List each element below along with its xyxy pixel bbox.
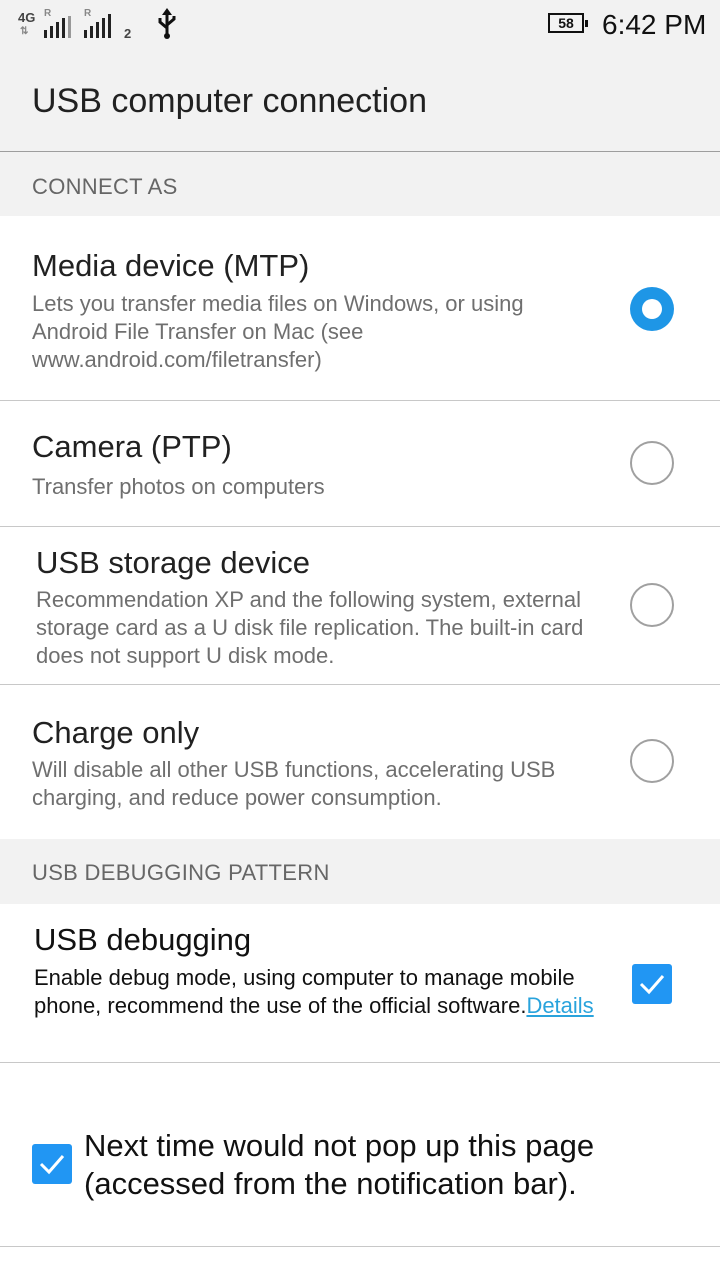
option-title: Camera (PTP): [32, 429, 232, 464]
option-title: Charge only: [32, 715, 200, 750]
option-description: Recommendation XP and the following syst…: [36, 587, 584, 668]
option-description: Enable debug mode, using computer to man…: [34, 964, 594, 1020]
data-arrows-icon: ⇅: [20, 26, 29, 37]
checkbox-checked-icon[interactable]: [632, 964, 672, 1004]
dont-show-again-row[interactable]: Next time would not pop up this page (ac…: [0, 1063, 720, 1247]
radio-unselected-icon[interactable]: [630, 583, 674, 627]
option-description: Lets you transfer media files on Windows…: [32, 291, 524, 372]
page-title: USB computer connection: [32, 82, 427, 120]
checkbox-checked-icon[interactable]: [32, 1144, 72, 1184]
option-media-device[interactable]: Media device (MTP) Lets you transfer med…: [0, 216, 720, 401]
section-header-connect-as: CONNECT AS: [0, 152, 720, 216]
option-usb-storage[interactable]: USB storage device Recommendation XP and…: [0, 527, 720, 685]
option-usb-debugging[interactable]: USB debugging Enable debug mode, using c…: [0, 904, 720, 1063]
option-title: Media device (MTP): [32, 248, 310, 283]
status-bar: 4G R ⇅ R 2 58 6:42 PM: [0, 0, 720, 50]
option-title: USB debugging: [34, 922, 252, 957]
sim2-index: 2: [124, 26, 132, 41]
battery-indicator: 58: [548, 13, 588, 33]
radio-unselected-icon[interactable]: [630, 739, 674, 783]
usb-icon: [156, 8, 178, 45]
details-link[interactable]: Details: [526, 993, 593, 1018]
description-text: Enable debug mode, using computer to man…: [34, 965, 575, 1018]
option-description: Will disable all other USB functions, ac…: [32, 757, 556, 810]
section-header-usb-debugging: USB DEBUGGING PATTERN: [0, 839, 720, 904]
option-charge-only[interactable]: Charge only Will disable all other USB f…: [0, 685, 720, 838]
signal-sim1-icon: 4G R ⇅: [18, 8, 76, 42]
option-title: USB storage device: [36, 545, 310, 580]
radio-selected-icon[interactable]: [630, 287, 674, 331]
option-description: Transfer photos on computers: [32, 474, 325, 499]
option-camera[interactable]: Camera (PTP) Transfer photos on computer…: [0, 401, 720, 527]
section-label: CONNECT AS: [32, 174, 178, 199]
section-label: USB DEBUGGING PATTERN: [32, 860, 330, 885]
radio-unselected-icon[interactable]: [630, 441, 674, 485]
app-header: USB computer connection: [0, 50, 720, 152]
network-type-label: 4G: [18, 10, 36, 25]
dont-show-again-label: Next time would not pop up this page (ac…: [84, 1128, 595, 1201]
signal-sim2-icon: R 2: [84, 8, 134, 42]
status-time: 6:42 PM: [602, 9, 707, 40]
